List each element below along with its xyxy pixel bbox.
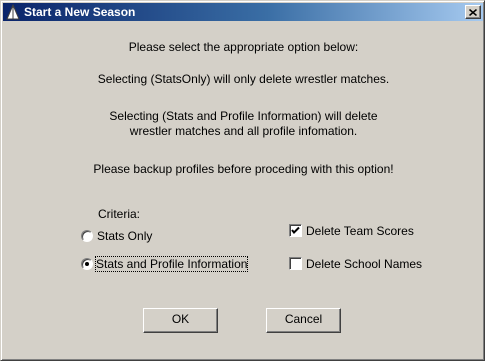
window-title: Start a New Season — [24, 5, 136, 19]
close-icon — [469, 8, 477, 16]
checkbox-label[interactable]: Delete School Names — [306, 257, 422, 271]
radio-label[interactable]: Stats and Profile Information — [94, 256, 249, 272]
checkmark-icon — [291, 226, 300, 234]
title-bar[interactable]: Start a New Season — [3, 3, 483, 21]
radio-button[interactable] — [81, 258, 93, 270]
stats-profile-description-line2: wrestler matches and all profile infomat… — [129, 124, 358, 138]
checkbox[interactable] — [289, 224, 302, 237]
radio-button[interactable] — [81, 230, 93, 242]
dialog-window: Start a New Season Please select the app… — [0, 0, 485, 361]
ok-button[interactable]: OK — [143, 308, 218, 333]
close-button[interactable] — [465, 5, 481, 19]
stats-profile-description-line1: Selecting (Stats and Profile Information… — [109, 109, 378, 123]
criteria-label: Criteria: — [98, 207, 141, 221]
backup-warning: Please backup profiles before proceding … — [93, 162, 394, 176]
cancel-button[interactable]: Cancel — [266, 308, 341, 333]
radio-label[interactable]: Stats Only — [97, 229, 152, 243]
checkbox-label[interactable]: Delete Team Scores — [306, 224, 414, 238]
checkbox[interactable] — [289, 257, 302, 270]
app-triangle-icon — [6, 3, 20, 20]
instruction-text: Please select the appropriate option bel… — [128, 40, 359, 54]
stats-only-description: Selecting (StatsOnly) will only delete w… — [97, 72, 390, 86]
